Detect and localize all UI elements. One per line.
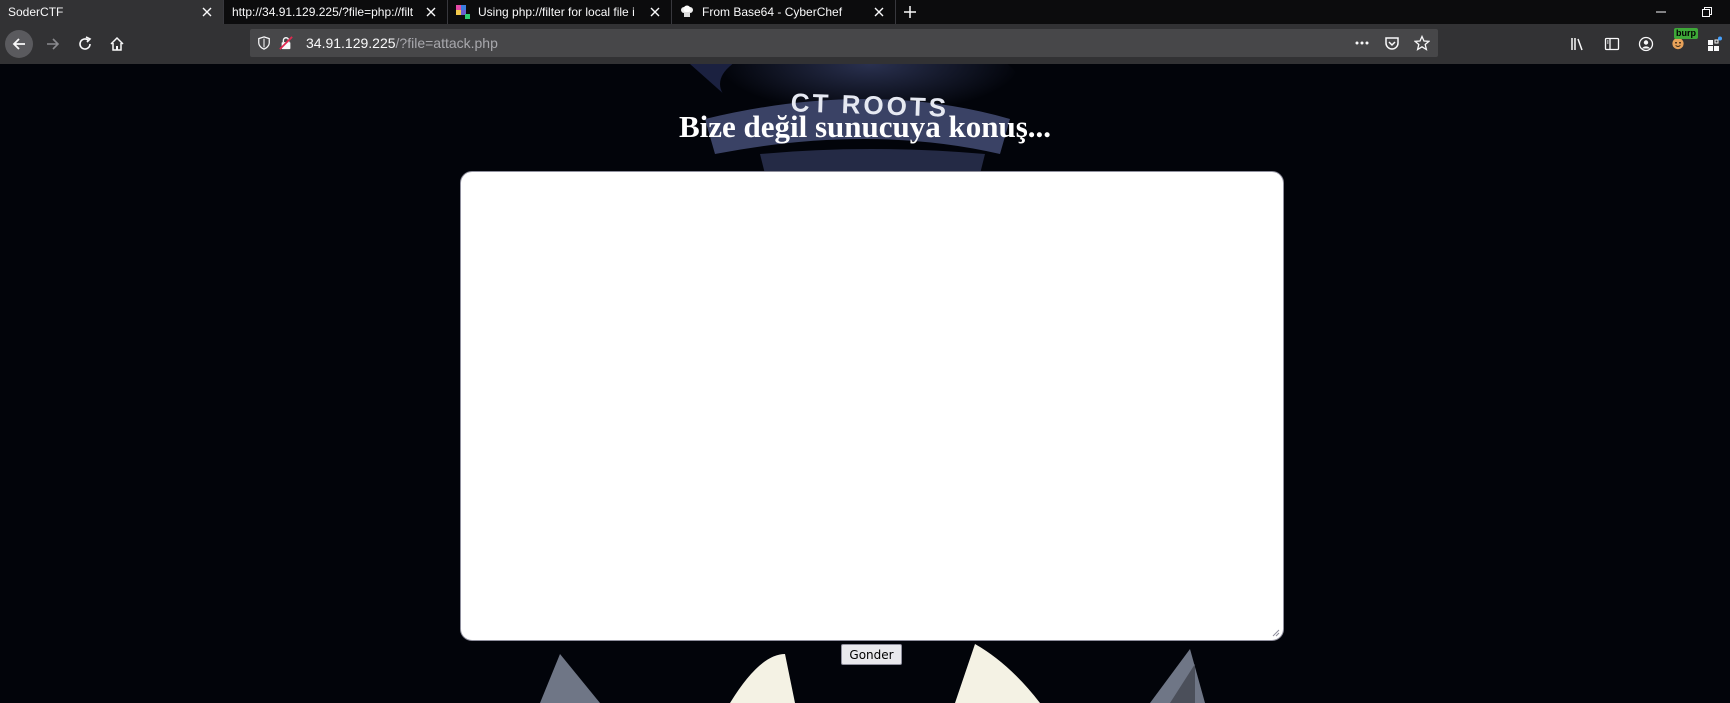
tab-php-filter[interactable]: http://34.91.129.225/?file=php://filt xyxy=(224,0,448,24)
sidebar-button[interactable] xyxy=(1596,28,1628,60)
forward-button[interactable] xyxy=(37,28,69,60)
burp-extension-button[interactable]: burp xyxy=(1664,28,1698,60)
shield-icon[interactable] xyxy=(256,35,272,51)
more-horizontal-icon xyxy=(1355,41,1369,45)
sidebar-icon xyxy=(1604,37,1620,51)
bookmark-star-button[interactable] xyxy=(1412,33,1432,53)
navigation-toolbar: 34.91.129.225/?file=attack.php burp xyxy=(0,24,1730,64)
close-icon[interactable] xyxy=(871,4,887,20)
reload-button[interactable] xyxy=(69,28,101,60)
command-textarea[interactable] xyxy=(460,171,1284,641)
tab-title: From Base64 - CyberChef xyxy=(702,5,843,19)
pocket-button[interactable] xyxy=(1382,33,1402,53)
arrow-left-icon xyxy=(12,38,25,50)
home-button[interactable] xyxy=(101,28,133,60)
tab-using-php-filter[interactable]: Using php://filter for local file i xyxy=(448,0,672,24)
resize-grip-icon[interactable] xyxy=(1270,627,1280,637)
new-tab-button[interactable] xyxy=(896,0,924,24)
page-heading: Bize değil sunucuya konuş... xyxy=(678,109,1052,144)
chef-hat-icon xyxy=(680,5,694,19)
account-icon xyxy=(1638,36,1654,52)
tab-title: Using php://filter for local file i xyxy=(478,5,635,19)
library-button[interactable] xyxy=(1562,28,1594,60)
tab-strip: SoderCTF http://34.91.129.225/?file=php:… xyxy=(0,0,1730,24)
page-content: CT ROOTS Bize değil sunucuya konuş... Go… xyxy=(0,64,1730,703)
tab-soderctf[interactable]: SoderCTF xyxy=(0,0,224,24)
tab-cyberchef[interactable]: From Base64 - CyberChef xyxy=(672,0,896,24)
insecure-lock-icon[interactable] xyxy=(278,35,294,51)
puzzle-icon xyxy=(1708,36,1722,51)
restore-button[interactable] xyxy=(1684,0,1730,24)
close-icon[interactable] xyxy=(423,4,439,20)
star-icon xyxy=(1414,35,1430,51)
toolbar-right: burp xyxy=(1562,28,1730,60)
library-icon xyxy=(1571,38,1583,51)
restore-icon xyxy=(1702,7,1712,17)
close-icon[interactable] xyxy=(647,4,663,20)
url-bar[interactable]: 34.91.129.225/?file=attack.php xyxy=(250,29,1438,57)
tab-title: http://34.91.129.225/?file=php://filt xyxy=(232,5,414,19)
account-button[interactable] xyxy=(1630,28,1662,60)
tab-title: SoderCTF xyxy=(8,5,64,19)
close-icon[interactable] xyxy=(199,4,215,20)
pixel-favicon-icon xyxy=(456,5,470,19)
url-actions xyxy=(1352,33,1432,53)
reload-icon xyxy=(79,36,92,50)
url-text: 34.91.129.225/?file=attack.php xyxy=(306,35,498,51)
home-icon xyxy=(110,36,124,51)
burp-proxy-icon: burp xyxy=(1670,28,1698,54)
minimize-button[interactable] xyxy=(1638,0,1684,24)
burp-badge: burp xyxy=(1674,28,1698,39)
arrow-right-icon xyxy=(47,38,60,50)
submit-button[interactable]: Gonder xyxy=(841,644,902,665)
page-actions-button[interactable] xyxy=(1352,33,1372,53)
pocket-icon xyxy=(1385,37,1399,50)
plus-icon xyxy=(904,6,916,18)
window-controls xyxy=(1638,0,1730,24)
minimize-icon xyxy=(1656,11,1666,13)
extensions-button[interactable] xyxy=(1698,28,1730,60)
url-host: 34.91.129.225 xyxy=(306,35,396,51)
back-button[interactable] xyxy=(5,30,33,58)
url-path: /?file=attack.php xyxy=(395,35,498,51)
